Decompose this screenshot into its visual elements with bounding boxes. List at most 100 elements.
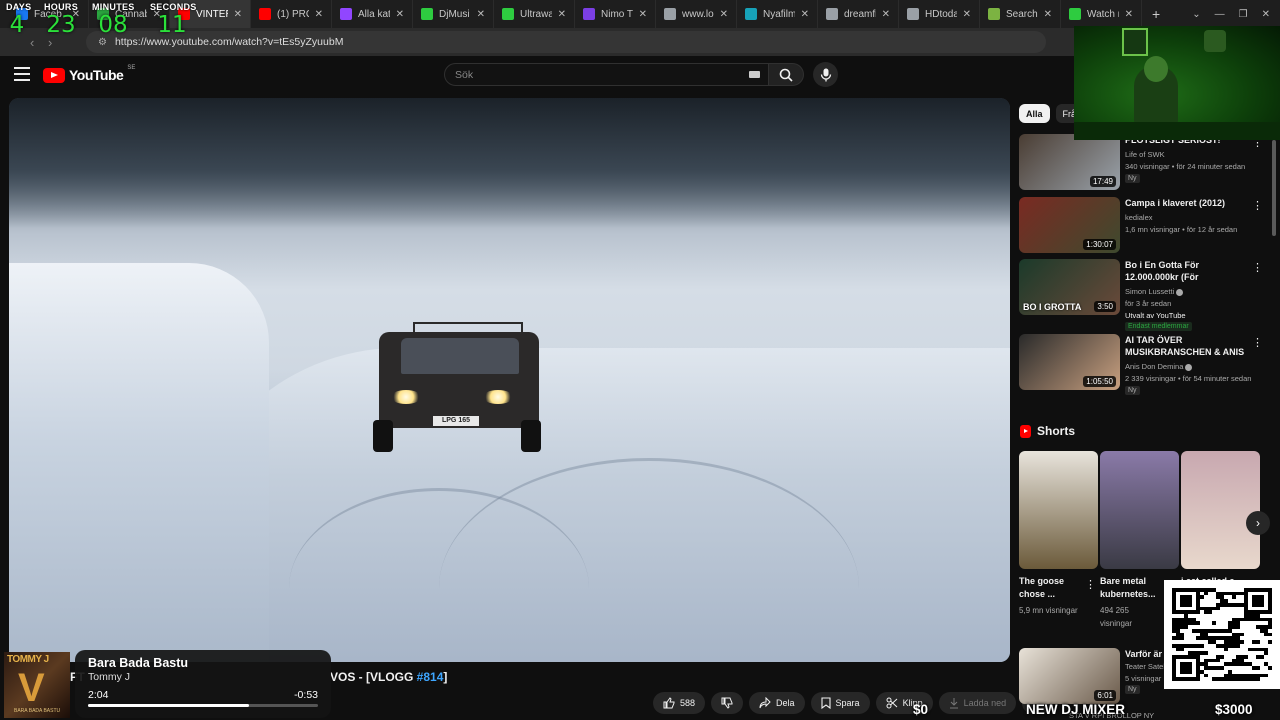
video-hashtag[interactable]: #814 (417, 670, 444, 684)
channel-name[interactable]: Teater Satel (1125, 662, 1165, 671)
scissors-icon (886, 697, 897, 709)
video-thumbnail[interactable]: 17:49 (1019, 134, 1120, 190)
browser-tab[interactable]: Alla kat ✕ (332, 0, 413, 28)
short-thumbnail[interactable] (1100, 451, 1179, 569)
browser-tab[interactable]: (1) PRO ✕ (251, 0, 332, 28)
search-input[interactable]: Sök (444, 63, 769, 86)
url-field[interactable]: ⚙ https://www.youtube.com/watch?v=tEs5yZ… (86, 31, 1046, 53)
tab-close-icon[interactable]: ✕ (1125, 9, 1133, 20)
channel-name[interactable]: kedialex (1125, 213, 1153, 222)
video-title[interactable]: AI TAR ÖVER MUSIKBRANSCHEN & ANIS ... (1125, 334, 1247, 358)
new-tab-button[interactable]: + (1142, 6, 1170, 22)
countdown-hours-value: 23 (46, 12, 76, 38)
more-options-icon[interactable]: ⋮ (1252, 199, 1263, 212)
download-icon (949, 698, 958, 709)
tab-close-icon[interactable]: ✕ (477, 9, 485, 20)
tab-close-icon[interactable]: ✕ (1044, 9, 1052, 20)
tab-label: Alla kat (358, 8, 390, 20)
sidebar-scrollbar[interactable] (1272, 140, 1276, 236)
video-player[interactable]: LPG 165 (9, 98, 1010, 662)
new-badge: Ny (1125, 386, 1140, 395)
chevron-right-icon: › (1256, 516, 1260, 530)
tab-close-icon[interactable]: ✕ (720, 9, 728, 20)
browser-tab[interactable]: www.lo ✕ (656, 0, 737, 28)
tab-close-icon[interactable]: ✕ (963, 9, 971, 20)
tab-close-icon[interactable]: ✕ (558, 9, 566, 20)
verified-icon (1185, 363, 1193, 371)
video-thumbnail[interactable]: 6:01 (1019, 648, 1120, 704)
webcam-picture-frame (1122, 28, 1148, 56)
tab-close-icon[interactable]: ✕ (882, 9, 890, 20)
youtube-wordmark: YouTube (69, 67, 124, 83)
video-thumbnail[interactable]: 1:05:50 (1019, 334, 1120, 390)
more-options-icon[interactable]: ⋮ (1085, 578, 1096, 591)
tab-close-icon[interactable]: ✕ (234, 9, 242, 20)
recommendation-item[interactable]: 1:05:50 AI TAR ÖVER MUSIKBRANSCHEN & ANIS… (1019, 334, 1264, 396)
window-controls: ⌄ — ❐ ✕ (1192, 0, 1280, 28)
channel-name[interactable]: Life of SWK (1125, 150, 1165, 159)
short-thumbnail[interactable] (1019, 451, 1098, 569)
browser-tab[interactable]: Search ✕ (980, 0, 1061, 28)
tab-favicon-icon (988, 8, 1000, 20)
tab-close-icon[interactable]: ✕ (396, 9, 404, 20)
recommendation-item[interactable]: 1:30:07 Campa i klaveret (2012) kedialex 1,… (1019, 197, 1264, 259)
more-options-icon[interactable]: ⋮ (1252, 336, 1263, 349)
shorts-next-button[interactable]: › (1246, 511, 1270, 535)
channel-name[interactable]: Simon Lussetti (1125, 287, 1184, 296)
channel-name-text: Anis Don Demina (1125, 362, 1184, 371)
short-thumbnail[interactable] (1181, 451, 1260, 569)
menu-icon[interactable] (14, 67, 30, 81)
dislike-button[interactable] (711, 692, 744, 714)
channel-name[interactable]: Anis Don Demina (1125, 362, 1193, 371)
now-playing-artist: Tommy J (88, 671, 130, 683)
like-button[interactable]: 588 (653, 692, 706, 714)
browser-tab[interactable]: DjMusi ✕ (413, 0, 494, 28)
more-options-icon[interactable]: ⋮ (1252, 261, 1263, 274)
share-button[interactable]: Dela (749, 692, 805, 714)
voice-search-button[interactable] (813, 62, 838, 87)
video-meta: 5 visningar (1125, 674, 1162, 683)
now-playing-progress (88, 704, 318, 707)
video-title[interactable]: Bo i En Gotta För 12.000.000kr (För medl… (1125, 259, 1247, 283)
countdown-days: DAYS 4 (6, 2, 31, 38)
youtube-logo[interactable]: YouTube SE (43, 65, 135, 83)
like-count: 588 (680, 698, 696, 708)
browser-tab[interactable]: Watch n ✕ (1061, 0, 1142, 28)
tab-label: Nyafilm (763, 8, 795, 20)
short-item[interactable]: The goose chose ... 5,9 mn visningar ⋮ (1019, 451, 1098, 617)
recommendation-item[interactable]: BO I GROTTA 3:50 Bo i En Gotta För 12.000.… (1019, 259, 1264, 331)
search-button[interactable] (768, 63, 804, 86)
countdown-days-value: 4 (9, 12, 25, 38)
thumbs-up-icon (663, 697, 675, 709)
keyboard-icon[interactable] (749, 71, 760, 78)
browser-tab[interactable]: Nyafilm ✕ (737, 0, 818, 28)
save-button[interactable]: Spara (810, 692, 870, 714)
recommendation-item[interactable]: 17:49 PLÖTSLIGT SERIÖST! Life of SWK 340 vi… (1019, 134, 1264, 196)
download-button[interactable]: Ladda ned (938, 692, 1017, 714)
tab-search-icon[interactable]: ⌄ (1192, 9, 1200, 20)
countdown-overlay: DAYS 4 HOURS 23 MINUTES 08 SECONDS 11 (6, 2, 206, 42)
tab-close-icon[interactable]: ✕ (315, 9, 323, 20)
share-label: Dela (776, 698, 795, 708)
close-window-icon[interactable]: ✕ (1262, 9, 1270, 20)
video-title[interactable]: Campa i klaveret (2012) (1125, 197, 1247, 209)
browser-tab[interactable]: dreamfi ✕ (818, 0, 899, 28)
license-plate: LPG 165 (433, 416, 479, 426)
tab-favicon-icon (907, 8, 919, 20)
restore-icon[interactable]: ❐ (1239, 9, 1248, 20)
countdown-hours-label: HOURS (44, 2, 79, 12)
browser-tab[interactable]: Ultrawa ✕ (494, 0, 575, 28)
browser-tab[interactable]: HDtoda ✕ (899, 0, 980, 28)
video-meta: 340 visningar • för 24 minuter sedan (1125, 162, 1246, 171)
filter-chip[interactable]: Alla (1019, 104, 1050, 123)
short-title[interactable]: The goose chose ... (1019, 575, 1083, 601)
search-icon (779, 68, 793, 82)
video-thumbnail[interactable]: BO I GROTTA 3:50 (1019, 259, 1120, 315)
new-badge: Ny (1125, 685, 1140, 694)
video-thumbnail[interactable]: 1:30:07 (1019, 197, 1120, 253)
tab-close-icon[interactable]: ✕ (801, 9, 809, 20)
short-title[interactable]: Bare metal kubernetes... (1100, 575, 1164, 601)
minimize-icon[interactable]: — (1215, 9, 1225, 20)
browser-tab[interactable]: Nimo TV ✕ (575, 0, 656, 28)
tab-close-icon[interactable]: ✕ (639, 9, 647, 20)
